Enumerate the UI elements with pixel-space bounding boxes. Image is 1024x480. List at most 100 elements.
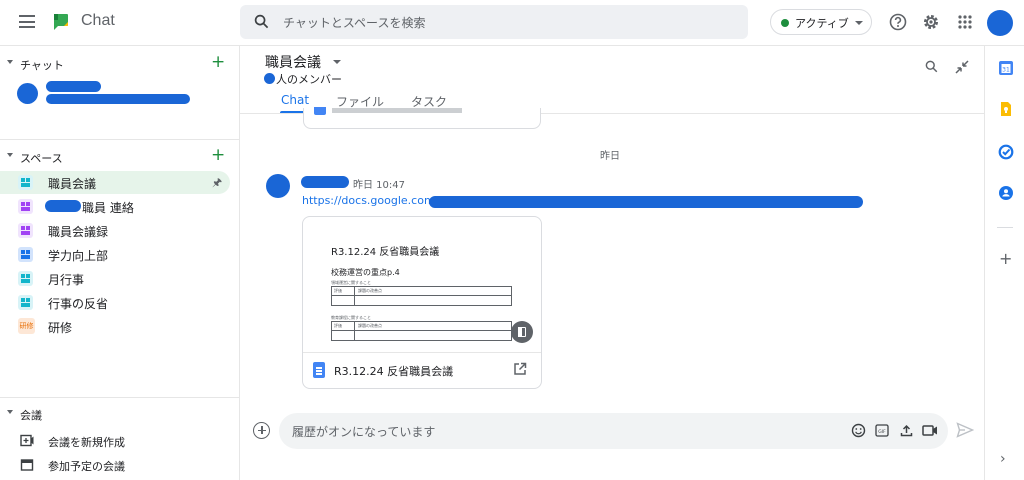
space-label: 行事の反省 — [48, 297, 109, 311]
sender-avatar[interactable] — [266, 174, 290, 198]
doc-preview-table: 評価 課題の改善点 — [331, 321, 512, 341]
new-meeting-item[interactable]: 会議を新規作成 — [0, 430, 230, 452]
meetings-section-header[interactable]: 会議 — [0, 404, 240, 424]
chat-main: 職員会議 人のメンバー Chat ファイル タスク 昨日 昨日 10:47 ht… — [240, 46, 984, 480]
emoji-icon[interactable] — [851, 423, 866, 438]
space-label: 職員会議 — [48, 177, 97, 191]
space-item-shokuin-kaigi[interactable]: 職員会議 🖈 — [0, 171, 230, 194]
space-item-shokuin-kaigiroku[interactable]: 職員会議録 — [0, 219, 230, 242]
search-input[interactable]: チャットとスペースを検索 — [283, 14, 425, 31]
help-icon[interactable] — [889, 13, 907, 31]
search-in-room-icon[interactable] — [925, 60, 938, 73]
dm-avatar[interactable] — [17, 83, 38, 104]
space-item-shokuin-renraku[interactable]: 職員 連絡 — [0, 195, 230, 218]
previous-attachment-card[interactable] — [303, 107, 541, 129]
document-preview[interactable]: R3.12.24 反省職員会議 校務運営の重点p.4 領域運営に関すること 評価… — [303, 217, 541, 352]
open-in-new-icon[interactable] — [513, 362, 527, 376]
upload-icon[interactable] — [899, 423, 914, 438]
attachment-card[interactable]: R3.12.24 反省職員会議 校務運営の重点p.4 領域運営に関すること 評価… — [302, 216, 542, 389]
redacted-text — [45, 200, 81, 212]
message-link[interactable]: https://docs.google.com/ — [302, 194, 438, 207]
space-item-tsukigyouji[interactable]: 月行事 — [0, 267, 230, 290]
room-title[interactable]: 職員会議 — [265, 52, 321, 72]
gif-icon[interactable]: GIF — [875, 423, 889, 438]
main-menu-icon[interactable] — [19, 15, 35, 28]
divider — [0, 397, 240, 398]
redacted-message — [46, 94, 190, 104]
space-item-gakuryoku[interactable]: 学力向上部 — [0, 243, 230, 266]
space-label: 職員会議録 — [48, 225, 109, 239]
space-icon — [18, 199, 33, 214]
space-icon — [18, 175, 33, 190]
apps-grid-icon[interactable] — [956, 13, 974, 31]
contacts-app-icon[interactable] — [998, 185, 1014, 201]
collapse-window-icon[interactable] — [955, 60, 969, 74]
space-label: 職員 連絡 — [82, 201, 134, 215]
doc-preview-subtitle: 校務運営の重点p.4 — [331, 268, 400, 277]
doc-title[interactable]: R3.12.24 反省職員会議 — [334, 363, 453, 379]
calendar-icon — [20, 459, 34, 471]
space-label: 月行事 — [48, 273, 85, 287]
get-addons-plus-icon[interactable]: + — [999, 249, 1012, 268]
space-icon — [18, 295, 33, 310]
redacted-sender — [301, 176, 349, 188]
message-time: 昨日 10:47 — [353, 180, 405, 191]
pin-icon[interactable]: 🖈 — [212, 174, 222, 193]
space-label: 研修 — [48, 321, 73, 335]
tab-chat[interactable]: Chat — [281, 93, 309, 107]
spaces-section-header[interactable]: スペース + — [0, 145, 240, 167]
svg-text:31: 31 — [1002, 66, 1010, 73]
chat-section-header[interactable]: チャット + — [0, 52, 240, 74]
send-icon[interactable] — [956, 422, 974, 438]
open-preview-button[interactable] — [511, 321, 533, 343]
meeting-label: 会議を新規作成 — [48, 436, 125, 449]
space-icon — [18, 223, 33, 238]
date-separator: 昨日 — [600, 151, 620, 162]
redacted-link — [429, 196, 863, 208]
add-attachment-button[interactable] — [253, 422, 270, 439]
chevron-down-icon — [855, 21, 863, 25]
new-chat-plus-icon[interactable]: + — [211, 52, 225, 72]
video-meeting-icon[interactable] — [922, 423, 938, 438]
rail-divider — [997, 227, 1013, 228]
google-docs-icon — [313, 362, 325, 378]
top-bar: Chat チャットとスペースを検索 アクティブ — [0, 0, 1024, 46]
calendar-app-icon[interactable]: 31 — [998, 60, 1014, 76]
space-icon — [18, 247, 33, 262]
message-composer[interactable]: 履歴がオンになっています GIF — [279, 413, 948, 449]
tasks-app-icon[interactable] — [998, 144, 1014, 160]
message-input[interactable]: 履歴がオンになっています — [292, 423, 435, 440]
app-title: Chat — [81, 12, 115, 29]
video-add-icon — [20, 434, 34, 447]
collapse-triangle-icon — [7, 410, 13, 414]
redacted-name — [46, 81, 101, 92]
new-space-plus-icon[interactable]: + — [211, 145, 225, 165]
space-label: 学力向上部 — [48, 249, 109, 263]
spaces-section-title: スペース — [20, 152, 63, 165]
settings-gear-icon[interactable] — [922, 13, 940, 31]
member-count[interactable]: 人のメンバー — [276, 71, 342, 87]
space-item-kenshu[interactable]: 研修 研修 — [0, 315, 230, 338]
card-divider — [303, 352, 541, 353]
search-icon — [254, 14, 269, 29]
doc-preview-table: 評価 課題の改善点 — [331, 286, 512, 306]
status-label: アクティブ — [795, 17, 849, 30]
status-dot — [781, 19, 789, 27]
chevron-right-icon[interactable]: › — [1000, 451, 1006, 467]
chevron-down-icon[interactable] — [333, 60, 341, 64]
kenshu-space-icon: 研修 — [18, 318, 35, 334]
upcoming-meetings-item[interactable]: 参加予定の会議 — [0, 454, 230, 476]
search-bar[interactable]: チャットとスペースを検索 — [240, 5, 748, 39]
space-item-gyouji-hansei[interactable]: 行事の反省 — [0, 291, 230, 314]
space-icon — [18, 271, 33, 286]
keep-app-icon[interactable] — [998, 101, 1014, 117]
collapse-triangle-icon — [7, 153, 13, 157]
member-avatar — [264, 73, 275, 84]
side-panel-rail: 31 + › — [984, 46, 1024, 480]
collapse-triangle-icon — [7, 60, 13, 64]
sidebar: チャット + スペース + 職員会議 🖈 職員 連絡 職員会議録 学力向上部 月… — [0, 46, 240, 480]
status-dropdown[interactable]: アクティブ — [770, 9, 872, 35]
account-avatar[interactable] — [987, 10, 1013, 36]
chat-logo-icon — [54, 14, 68, 30]
chat-section-title: チャット — [20, 59, 64, 72]
